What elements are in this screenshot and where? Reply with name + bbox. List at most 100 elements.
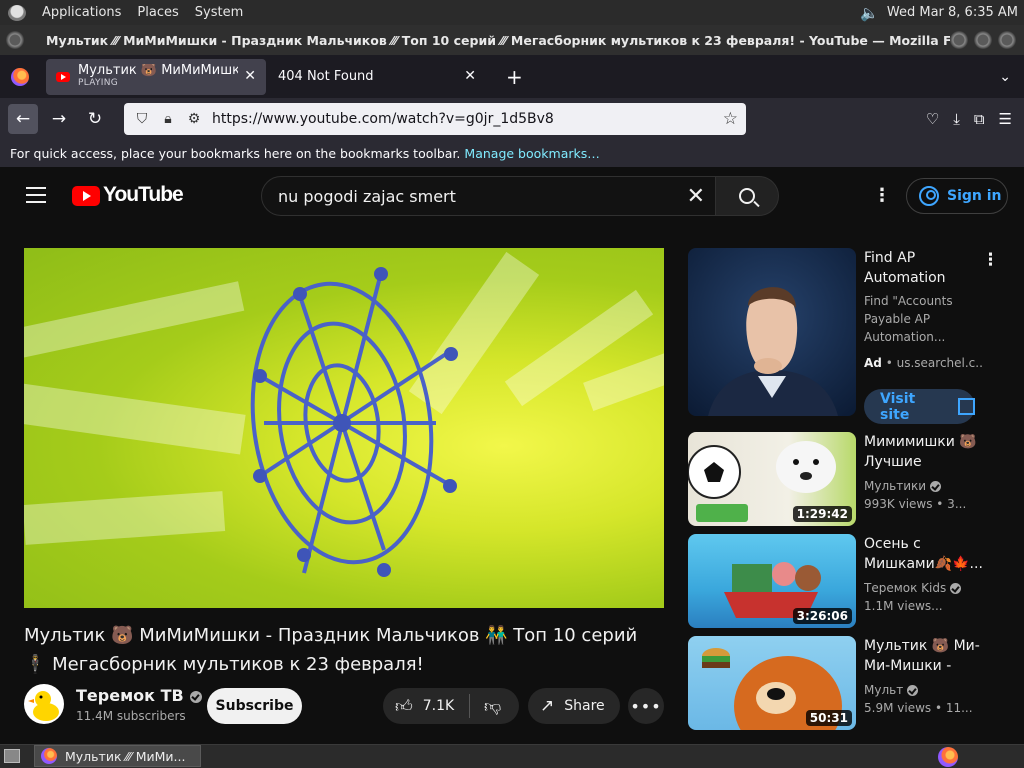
url-text[interactable]: https://www.youtube.com/watch?v=g0jr_1d5… xyxy=(212,111,723,127)
channel-label[interactable]: Мультики xyxy=(864,479,926,493)
sidebar-video-meta: 993K views • 3... xyxy=(864,497,967,511)
ad-meta: Ad • us.searchel.c... xyxy=(864,354,984,372)
visit-site-label: Visit site xyxy=(880,390,916,423)
ad-more-icon[interactable]: ⋮ xyxy=(982,250,999,270)
firefox-logo-icon[interactable] xyxy=(11,67,29,86)
minimize-button[interactable] xyxy=(950,31,968,49)
window-title: Мультик ⁄⁄⁄ МиМиМишки - Праздник Мальчик… xyxy=(46,32,950,48)
share-icon: ↗ xyxy=(540,696,555,716)
system-menu[interactable]: System xyxy=(195,5,243,20)
channel-name-text[interactable]: Теремок ТВ xyxy=(76,686,184,705)
shield-icon[interactable]: ⛉ xyxy=(134,111,150,127)
video-thumbnail[interactable]: 50:31 xyxy=(688,636,856,730)
ad-title[interactable]: Find AP Automation xyxy=(864,248,984,288)
back-button[interactable]: ← xyxy=(8,103,38,134)
more-actions-button[interactable]: ••• xyxy=(628,688,664,724)
new-tab-button[interactable]: + xyxy=(506,65,523,89)
dislike-button[interactable]: 👎︎ xyxy=(470,696,501,717)
external-link-icon xyxy=(958,398,975,415)
verified-icon xyxy=(950,583,962,594)
downloads-icon[interactable]: ⤓ xyxy=(953,110,960,128)
like-dislike-pill: 👍︎ 7.1K 👎︎ xyxy=(383,688,519,724)
reload-button[interactable]: ↻ xyxy=(80,104,110,134)
channel-avatar[interactable] xyxy=(24,684,64,724)
foot-icon[interactable] xyxy=(8,4,26,21)
close-tab-icon[interactable]: ✕ xyxy=(464,68,476,84)
sidebar-video-title[interactable]: Мимимишки 🐻 Лучшие игроки... xyxy=(864,432,984,472)
hamburger-menu-icon[interactable] xyxy=(26,187,46,208)
ad-badge: Ad xyxy=(864,356,882,370)
sidebar-video-meta: 5.9M views • 11... xyxy=(864,701,973,715)
desktop-top-panel: Applications Places System 🔈 Wed Mar 8, … xyxy=(0,0,1024,25)
applications-menu[interactable]: Applications xyxy=(42,5,121,20)
share-label: Share xyxy=(564,698,605,714)
firefox-icon xyxy=(41,748,57,764)
video-thumbnail[interactable]: 3:26:06 xyxy=(688,534,856,628)
taskbar-window-button[interactable]: Мультик ⁄⁄⁄ МиМи... xyxy=(34,745,201,767)
taskbar-window-title: Мультик ⁄⁄⁄ МиМи... xyxy=(65,748,186,764)
clock[interactable]: Wed Mar 8, 6:35 AM xyxy=(887,5,1018,20)
ad-thumbnail[interactable] xyxy=(688,248,856,416)
like-button[interactable]: 👍︎ 7.1K xyxy=(383,696,469,717)
search-input[interactable]: nu pogodi zajac smert ✕ xyxy=(261,176,716,216)
maximize-button[interactable] xyxy=(974,31,992,49)
tab-youtube[interactable]: Мультик 🐻 МиМиМишки - PLAYING ✕ xyxy=(46,58,266,95)
window-menu-button[interactable] xyxy=(6,31,24,49)
channel-label[interactable]: Теремок Kids xyxy=(864,581,946,595)
video-duration: 50:31 xyxy=(805,710,852,726)
bookmarks-hint: For quick access, place your bookmarks h… xyxy=(10,145,461,161)
sidebar-video-title[interactable]: Осень с Мишками🍂🍁... xyxy=(864,534,984,574)
forward-button[interactable]: → xyxy=(44,104,74,134)
youtube-logo-text[interactable]: YouTube xyxy=(103,183,184,207)
account-icon xyxy=(919,186,939,206)
extensions-icon[interactable]: ⧉ xyxy=(974,110,985,128)
search-icon xyxy=(739,188,755,204)
list-all-tabs-icon[interactable]: ⌄ xyxy=(999,69,1011,85)
visit-site-button[interactable]: Visit site xyxy=(864,389,975,424)
duck-avatar-icon xyxy=(28,691,59,721)
tab-title: Мультик 🐻 МиМиМишки - xyxy=(78,63,238,78)
sidebar-video-channel[interactable]: Теремок Kids xyxy=(864,579,982,597)
volume-icon[interactable]: 🔈 xyxy=(860,4,879,22)
permissions-icon[interactable]: ⚙ xyxy=(186,111,202,127)
firefox-tray-icon[interactable] xyxy=(938,747,958,767)
youtube-logo-icon[interactable] xyxy=(72,186,100,206)
show-desktop-icon[interactable] xyxy=(4,749,20,763)
lock-icon[interactable]: 🔒︎ xyxy=(160,111,176,127)
close-window-button[interactable] xyxy=(998,31,1016,49)
channel-label[interactable]: Мульт xyxy=(864,683,903,697)
clear-search-icon[interactable]: ✕ xyxy=(687,184,705,209)
more-horizontal-icon: ••• xyxy=(630,696,662,716)
bookmarks-toolbar: For quick access, place your bookmarks h… xyxy=(0,139,1024,167)
manage-bookmarks-link[interactable]: Manage bookmarks… xyxy=(464,146,599,161)
places-menu[interactable]: Places xyxy=(137,5,178,20)
settings-more-icon[interactable]: ⋮ xyxy=(873,185,891,206)
channel-name[interactable]: Теремок ТВ xyxy=(76,686,202,705)
video-duration: 3:26:06 xyxy=(792,608,852,624)
pocket-icon[interactable]: ♡ xyxy=(926,110,939,128)
sign-in-button[interactable]: Sign in xyxy=(906,178,1008,214)
sidebar-video-channel[interactable]: Мульт xyxy=(864,681,982,699)
sidebar-video-channel[interactable]: Мультики xyxy=(864,477,982,495)
window-titlebar: Мультик ⁄⁄⁄ МиМиМишки - Праздник Мальчик… xyxy=(0,25,1024,55)
bookmark-star-icon[interactable]: ☆ xyxy=(723,109,738,129)
subscribe-button[interactable]: Subscribe xyxy=(207,688,302,724)
app-menu-icon[interactable]: ☰ xyxy=(999,110,1012,128)
share-button[interactable]: ↗ Share xyxy=(528,688,620,724)
video-title: Мультик 🐻 МиМиМишки - Праздник Мальчиков… xyxy=(24,625,638,675)
search-button[interactable] xyxy=(715,176,779,216)
url-bar[interactable]: ⛉ 🔒︎ ⚙ https://www.youtube.com/watch?v=g… xyxy=(124,102,746,135)
close-tab-icon[interactable]: ✕ xyxy=(244,68,256,84)
verified-icon xyxy=(189,690,202,703)
video-thumbnail[interactable]: 1:29:42 xyxy=(688,432,856,526)
ad-description: Find "Accounts Payable AP Automation... xyxy=(864,294,953,344)
tab-404[interactable]: 404 Not Found ✕ xyxy=(266,59,486,95)
youtube-favicon-icon xyxy=(56,71,70,82)
verified-icon xyxy=(930,481,942,492)
tab-title: 404 Not Found xyxy=(278,69,374,84)
thumbs-up-icon: 👍︎ xyxy=(395,696,413,717)
sidebar-video-title[interactable]: Мультик 🐻 Ми-Ми-Мишки - ТО... xyxy=(864,636,984,676)
verified-icon xyxy=(907,685,919,696)
video-player[interactable] xyxy=(24,248,664,608)
search-value[interactable]: nu pogodi zajac smert xyxy=(278,187,456,206)
